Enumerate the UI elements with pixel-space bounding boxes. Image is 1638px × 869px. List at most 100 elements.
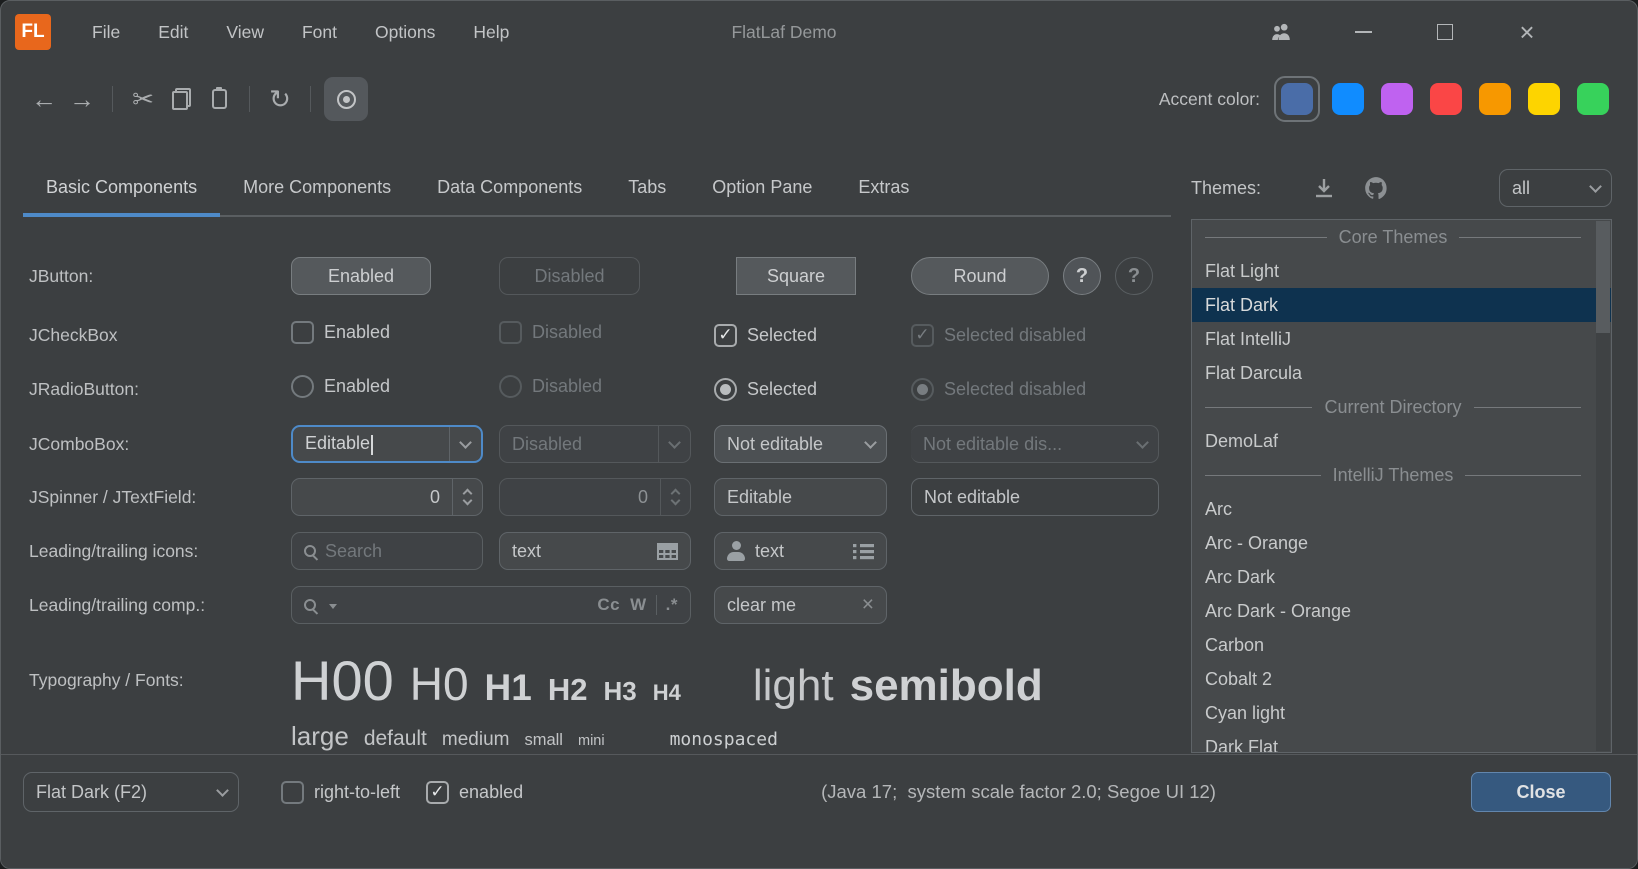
themes-filter-combobox[interactable]: all <box>1499 169 1612 207</box>
accent-swatch-orange[interactable] <box>1479 83 1511 115</box>
accent-swatch-green[interactable] <box>1577 83 1609 115</box>
theme-item-arc-orange[interactable]: Arc - Orange <box>1192 526 1611 560</box>
square-button[interactable]: Square <box>736 257 856 295</box>
theme-item-carbon[interactable]: Carbon <box>1192 628 1611 662</box>
table-icon[interactable] <box>657 542 678 560</box>
checkbox-selected[interactable]: ✓Selected <box>714 324 817 347</box>
show-hidden-toggle[interactable] <box>324 77 368 121</box>
combobox-arrow-button[interactable] <box>449 427 481 461</box>
checkbox-box: ✓ <box>911 324 934 347</box>
cut-icon[interactable]: ✂ <box>124 80 162 118</box>
regex-toggle[interactable]: .* <box>666 595 678 615</box>
theme-item-flat-light[interactable]: Flat Light <box>1192 254 1611 288</box>
large-sample: large <box>291 721 349 752</box>
accent-swatch-blue-muted[interactable] <box>1281 83 1313 115</box>
checkbox-box[interactable] <box>291 321 314 344</box>
download-icon[interactable] <box>1309 173 1339 203</box>
tab-tabs[interactable]: Tabs <box>605 159 689 215</box>
theme-item-flat-intellij[interactable]: Flat IntelliJ <box>1192 322 1611 356</box>
accent-swatch-red[interactable] <box>1430 83 1462 115</box>
spinner-arrows[interactable] <box>452 479 482 515</box>
combobox-not-editable[interactable]: Not editable <box>714 425 887 463</box>
menu-font[interactable]: Font <box>283 1 356 63</box>
search-dropdown-icon[interactable] <box>329 604 337 613</box>
theme-item-arc-dark-orange[interactable]: Arc Dark - Orange <box>1192 594 1611 628</box>
users-icon[interactable] <box>1269 20 1293 44</box>
tab-more-components[interactable]: More Components <box>220 159 414 215</box>
menu-edit[interactable]: Edit <box>139 1 207 63</box>
theme-item-flat-darcula[interactable]: Flat Darcula <box>1192 356 1611 390</box>
textfield-editable[interactable]: Editable <box>714 478 887 516</box>
back-icon[interactable]: ← <box>25 80 63 118</box>
clear-icon[interactable]: × <box>862 595 874 615</box>
enabled-button[interactable]: Enabled <box>291 257 431 295</box>
paste-icon[interactable] <box>200 80 238 118</box>
checkbox-enabled[interactable]: Enabled <box>291 321 390 344</box>
close-button[interactable]: Close <box>1471 772 1611 812</box>
theme-item-cobalt-2[interactable]: Cobalt 2 <box>1192 662 1611 696</box>
accent-swatch-yellow[interactable] <box>1528 83 1560 115</box>
text-input-user[interactable]: text <box>714 532 887 570</box>
search-input[interactable]: Search <box>291 532 483 570</box>
radio-circle[interactable] <box>291 375 314 398</box>
chevron-down-icon <box>1589 180 1602 193</box>
github-icon[interactable] <box>1361 173 1391 203</box>
theme-item-arc[interactable]: Arc <box>1192 492 1611 526</box>
clearable-input[interactable]: clear me × <box>714 586 887 624</box>
combobox-editable[interactable]: Editable <box>291 425 483 463</box>
toolbar-separator <box>112 86 113 112</box>
copy-icon[interactable] <box>162 80 200 118</box>
rtl-checkbox[interactable]: right-to-left <box>281 772 400 812</box>
close-window-button[interactable]: × <box>1515 20 1539 44</box>
theme-item-dark-flat[interactable]: Dark Flat <box>1192 730 1611 753</box>
menu-view[interactable]: View <box>207 1 283 63</box>
theme-item-demolaf[interactable]: DemoLaf <box>1192 424 1611 458</box>
round-button[interactable]: Round <box>911 257 1049 295</box>
theme-item-cyan-light[interactable]: Cyan light <box>1192 696 1611 730</box>
checkbox-box[interactable] <box>281 781 304 804</box>
medium-sample: medium <box>442 729 510 751</box>
toolbar: ← → ✂ ↻ Accent color: <box>1 63 1637 135</box>
help-button[interactable]: ? <box>1063 257 1101 295</box>
combobox-arrow-button[interactable] <box>854 426 886 462</box>
checkbox-box[interactable]: ✓ <box>714 324 737 347</box>
forward-icon[interactable]: → <box>63 80 101 118</box>
spinner[interactable]: 0 <box>291 478 483 516</box>
scrollbar-track[interactable] <box>1596 221 1610 751</box>
enabled-checkbox[interactable]: ✓ enabled <box>426 772 523 812</box>
chevron-down-icon <box>671 496 681 506</box>
tab-data-components[interactable]: Data Components <box>414 159 605 215</box>
theme-item-flat-dark[interactable]: Flat Dark <box>1192 288 1611 322</box>
checkbox-box[interactable]: ✓ <box>426 781 449 804</box>
minimize-button[interactable] <box>1351 20 1375 44</box>
text-caret <box>371 435 373 455</box>
radio-circle[interactable] <box>714 378 737 401</box>
text-input-table[interactable]: text <box>499 532 691 570</box>
match-case-toggle[interactable]: Cc <box>597 595 620 615</box>
refresh-icon[interactable]: ↻ <box>261 80 299 118</box>
whole-word-toggle[interactable]: W <box>630 595 647 615</box>
tab-basic-components[interactable]: Basic Components <box>23 159 220 215</box>
combobox-arrow-button[interactable] <box>206 773 238 811</box>
menu-file[interactable]: File <box>73 1 139 63</box>
themes-header: Themes: all <box>1191 159 1612 217</box>
scrollbar-thumb[interactable] <box>1596 221 1610 333</box>
list-icon[interactable] <box>853 543 874 560</box>
chevron-down-icon <box>216 784 229 797</box>
search-icon[interactable] <box>304 599 316 611</box>
h3-sample: H3 <box>604 676 637 707</box>
accent-swatch-blue[interactable] <box>1332 83 1364 115</box>
radio-enabled[interactable]: Enabled <box>291 375 390 398</box>
radio-selected[interactable]: Selected <box>714 378 817 401</box>
h2-sample: H2 <box>548 672 588 708</box>
maximize-button[interactable] <box>1433 20 1457 44</box>
search-field-with-options[interactable]: Cc W .* <box>291 586 691 624</box>
menu-options[interactable]: Options <box>356 1 454 63</box>
chevron-down-icon <box>463 496 473 506</box>
combobox-arrow-button[interactable] <box>1579 170 1611 206</box>
tab-option-pane[interactable]: Option Pane <box>689 159 835 215</box>
lnf-combobox[interactable]: Flat Dark (F2) <box>23 772 239 812</box>
tab-extras[interactable]: Extras <box>835 159 932 215</box>
theme-item-arc-dark[interactable]: Arc Dark <box>1192 560 1611 594</box>
accent-swatch-purple[interactable] <box>1381 83 1413 115</box>
